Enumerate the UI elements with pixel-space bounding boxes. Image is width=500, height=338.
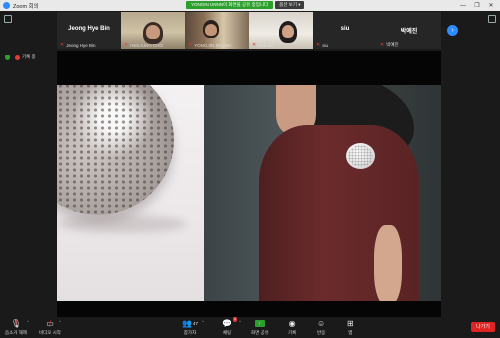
window-controls: — ❐ ✕ [456,0,498,11]
participant-name: siu [340,26,350,32]
participant-label: ✕ HEEJUNG CHO [124,42,163,48]
participant-label: ✕ Jeong Hye Bin [60,42,95,48]
participant-video-tile[interactable]: ✕ YONGJIN ZHUNG [185,12,249,49]
participant-strip: Jeong Hye Bin ✕ Jeong Hye Bin ✕ HEEJUNG CH… [0,11,500,51]
mic-off-icon: ✕ [60,42,65,48]
record-dot-icon [15,54,20,60]
participant-small-name: siu [322,42,328,48]
participant-video-tile[interactable]: ✕ HEEJUNG CHO [121,12,185,49]
participant-small-name: Hye bin [258,42,274,48]
chat-icon: 💬 1 [222,317,237,328]
participant-name: 박예진 [400,29,418,35]
mic-off-icon: ✕ [252,42,257,48]
video-options-caret[interactable]: ^ [59,319,61,324]
metal-sphere [57,85,174,215]
start-video-button[interactable]: ▭ / 비디오 시작 [39,318,61,336]
maximize-button[interactable]: ❐ [470,2,484,9]
view-options-button[interactable]: 옵션 보기 ▾ [275,1,305,9]
share-status-label: YONGIN UNNN이 화면을 공유 중입니다 [186,1,274,9]
participants-button[interactable]: 👥 47 참가자 [182,318,198,336]
participant-small-name: YONGJIN ZHUNG [194,42,232,48]
participant-small-name: Jeong Hye Bin [66,42,96,48]
sphere-photo [57,85,204,301]
share-screen-button[interactable]: ↑ 화면 공유 [251,318,269,336]
zoom-window: Zoom 회의 — ❐ ✕ YONGIN UNNN이 화면을 공유 중입니다 옵… [0,0,500,338]
participant-small-name: HEEJUNG CHO [130,42,163,48]
reactions-label: 반응 [317,330,326,335]
apps-label: 앱 [348,330,353,335]
zoom-app-icon [3,2,10,9]
participants-options-caret[interactable]: ^ [202,319,204,324]
participant-label: ✕ 박예진 [380,42,399,48]
person-face [205,24,217,36]
record-icon: ◉ [288,319,296,328]
participants-label: 참가자 [183,330,197,335]
model-arm [374,225,402,301]
participant-name: Jeong Hye Bin [68,26,110,32]
participant-video-tile[interactable]: ✕ Hye bin [249,12,313,49]
video-off-icon: ▭ / [46,318,54,329]
model-photo [204,85,441,301]
record-label: 기록 [288,330,297,335]
participant-label: ✕ siu [316,42,328,48]
brooch [346,143,375,169]
participants-icon: 👥 47 [182,319,198,328]
participant-small-name: 박예진 [386,42,399,47]
minimize-button[interactable]: — [456,3,470,9]
reactions-icon: ☺ [317,319,326,328]
window-title: Zoom 회의 [13,3,39,10]
person-face [282,25,294,38]
participant-tile[interactable]: Jeong Hye Bin ✕ Jeong Hye Bin [57,12,121,49]
participant-tile[interactable]: siu ✕ siu [313,12,377,49]
share-screen-label: 화면 공유 [251,330,269,335]
person-face [146,25,160,39]
apps-button[interactable]: ⊞ 앱 [347,318,354,336]
screen-share-banner: YONGIN UNNN이 화면을 공유 중입니다 옵션 보기 ▾ [186,1,305,9]
mic-off-icon: ✕ [188,42,193,48]
unmute-button[interactable]: 🎙 / 음소거 해제 [5,318,27,336]
chat-options-caret[interactable]: ^ [239,319,241,324]
participant-tile[interactable]: 박예진 ✕ 박예진 [377,12,441,49]
fullscreen-icon[interactable] [488,15,496,23]
unmute-label: 음소거 해제 [5,330,27,335]
participant-label: ✕ YONGJIN ZHUNG [188,42,231,48]
reactions-button[interactable]: ☺ 반응 [317,318,325,336]
mic-off-icon: ✕ [124,42,129,48]
audio-options-caret[interactable]: ^ [27,319,29,324]
next-page-button[interactable]: › [447,25,458,36]
security-icon[interactable] [4,15,12,23]
record-button[interactable]: ◉ 기록 [288,318,296,336]
apps-icon: ⊞ [347,319,354,328]
mic-off-icon: ✕ [316,42,321,48]
leave-button[interactable]: 나가기 [471,322,495,332]
chat-badge: 1 [233,317,237,322]
meeting-toolbar: 🎙 / 음소거 해제 ^ ▭ / 비디오 시작 ^ 👥 47 참가자 ^ 💬 1 채팅 … [0,317,500,338]
start-video-label: 비디오 시작 [39,330,61,335]
view-options-label: 옵션 보기 [279,2,297,7]
close-button[interactable]: ✕ [484,2,498,9]
share-screen-icon-wrap: ↑ [254,318,265,329]
recording-label: 기록 중 [22,54,36,59]
sphere-shadow [57,215,187,233]
participant-label: ✕ Hye bin [252,42,273,48]
chat-button[interactable]: 💬 1 채팅 [222,317,237,336]
chat-label: 채팅 [222,330,232,335]
mic-off-icon: ✕ [380,42,385,48]
participants-count: 47 [192,321,198,326]
recording-indicator[interactable]: 기록 중 [5,54,36,60]
mic-muted-icon: 🎙 / [10,318,22,329]
shield-icon [5,54,10,60]
share-screen-icon: ↑ [254,320,265,327]
